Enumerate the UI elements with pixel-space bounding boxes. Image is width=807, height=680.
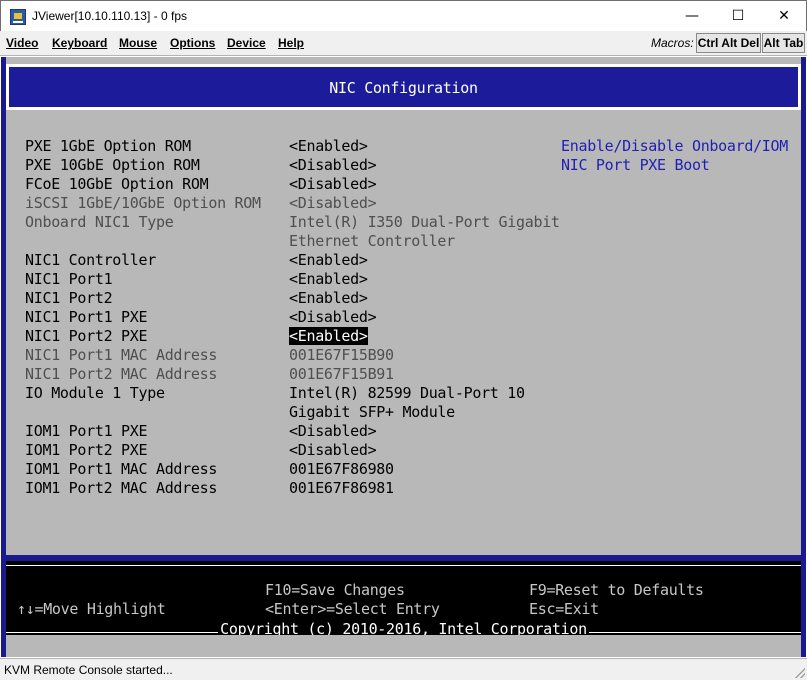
menu-device[interactable]: Device [227, 36, 266, 50]
close-button[interactable]: ✕ [761, 1, 807, 31]
setting-label-pxe-10gbe-option-rom: PXE 10GbE Option ROM [25, 156, 200, 174]
setting-label-iom1-port1-mac: IOM1 Port1 MAC Address [25, 460, 218, 478]
help-text-line-1: Enable/Disable Onboard/IOM [561, 137, 789, 155]
setting-value-nic1-port1-mac: 001E67F15B90 [289, 346, 394, 364]
bios-header: NIC Configuration [6, 64, 801, 110]
setting-value-onboard-nic1-type: Intel(R) I350 Dual-Port Gigabit [289, 213, 560, 231]
setting-value-pxe-10gbe-option-rom[interactable]: <Disabled> [289, 156, 377, 174]
setting-label-fcoe-10gbe-option-rom: FCoE 10GbE Option ROM [25, 175, 209, 193]
setting-label-iom1-port1-pxe: IOM1 Port1 PXE [25, 422, 148, 440]
setting-value-nic1-port2-pxe-selected[interactable]: <Enabled> [289, 327, 368, 345]
setting-label-pxe-1gbe-option-rom: PXE 1GbE Option ROM [25, 137, 191, 155]
setting-value-io-module-1-type-cont: Gigabit SFP+ Module [289, 403, 455, 421]
resize-grip-icon[interactable] [795, 668, 805, 678]
setting-label-iom1-port2-pxe: IOM1 Port2 PXE [25, 441, 148, 459]
setting-label-io-module-1-type: IO Module 1 Type [25, 384, 165, 402]
setting-label-nic1-port2-mac: NIC1 Port2 MAC Address [25, 365, 218, 383]
footer-exit-hint: Esc=Exit [529, 600, 599, 618]
status-bar: KVM Remote Console started... [0, 658, 807, 680]
setting-value-iom1-port1-mac: 001E67F86980 [289, 460, 394, 478]
setting-value-nic1-port2[interactable]: <Enabled> [289, 289, 368, 307]
setting-value-io-module-1-type: Intel(R) 82599 Dual-Port 10 [289, 384, 525, 402]
minimize-button[interactable]: — [669, 1, 715, 31]
setting-label-nic1-port1: NIC1 Port1 [25, 270, 113, 288]
bios-footer: F10=Save Changes F9=Reset to Defaults ↑↓… [6, 555, 801, 638]
page-title: NIC Configuration [329, 79, 478, 97]
setting-value-nic1-port1-pxe[interactable]: <Disabled> [289, 308, 377, 326]
setting-value-onboard-nic1-type-cont: Ethernet Controller [289, 232, 455, 250]
setting-value-iscsi-option-rom: <Disabled> [289, 194, 377, 212]
alt-tab-button[interactable]: Alt Tab [762, 33, 805, 53]
setting-value-fcoe-10gbe-option-rom[interactable]: <Disabled> [289, 175, 377, 193]
setting-value-iom1-port2-mac: 001E67F86981 [289, 479, 394, 497]
menu-video[interactable]: Video [6, 36, 38, 50]
setting-label-onboard-nic1-type: Onboard NIC1 Type [25, 213, 174, 231]
kvm-console-screen[interactable]: NIC Configuration PXE 1GbE Option ROM <E… [1, 57, 806, 657]
setting-value-nic1-port1[interactable]: <Enabled> [289, 270, 368, 288]
ctrl-alt-del-button[interactable]: Ctrl Alt Del [696, 33, 761, 53]
menu-mouse[interactable]: Mouse [119, 36, 157, 50]
setting-value-nic1-port2-mac: 001E67F15B91 [289, 365, 394, 383]
setting-value-pxe-1gbe-option-rom[interactable]: <Enabled> [289, 137, 368, 155]
setting-label-nic1-port2: NIC1 Port2 [25, 289, 113, 307]
footer-move-hint: ↑↓=Move Highlight [17, 600, 166, 618]
setting-value-nic1-controller[interactable]: <Enabled> [289, 251, 368, 269]
maximize-button[interactable]: ☐ [715, 1, 761, 31]
footer-select-hint: <Enter>=Select Entry [265, 600, 440, 618]
setting-label-nic1-controller: NIC1 Controller [25, 251, 156, 269]
footer-reset-hint: F9=Reset to Defaults [529, 581, 704, 599]
window-title-bar: JViewer[10.10.110.13] - 0 fps — ☐ ✕ [0, 0, 807, 31]
setting-value-iom1-port1-pxe[interactable]: <Disabled> [289, 422, 377, 440]
status-text: KVM Remote Console started... [4, 663, 173, 677]
selected-value-highlight[interactable]: <Enabled> [289, 327, 368, 345]
setting-label-iscsi-option-rom: iSCSI 1GbE/10GbE Option ROM [25, 194, 261, 212]
macros-label: Macros: [651, 36, 694, 50]
menu-help[interactable]: Help [278, 36, 304, 50]
setting-label-nic1-port1-pxe: NIC1 Port1 PXE [25, 308, 148, 326]
help-text-line-2: NIC Port PXE Boot [561, 156, 710, 174]
setting-label-iom1-port2-mac: IOM1 Port2 MAC Address [25, 479, 218, 497]
setting-label-nic1-port1-mac: NIC1 Port1 MAC Address [25, 346, 218, 364]
setting-value-iom1-port2-pxe[interactable]: <Disabled> [289, 441, 377, 459]
footer-save-hint: F10=Save Changes [265, 581, 405, 599]
menu-options[interactable]: Options [170, 36, 215, 50]
jviewer-app-icon [10, 9, 26, 25]
screen-bottom-strip [6, 635, 801, 657]
menu-keyboard[interactable]: Keyboard [52, 36, 107, 50]
setting-label-nic1-port2-pxe: NIC1 Port2 PXE [25, 327, 148, 345]
menu-bar: Video Keyboard Mouse Options Device Help… [0, 31, 807, 56]
window-title: JViewer[10.10.110.13] - 0 fps [32, 9, 187, 23]
